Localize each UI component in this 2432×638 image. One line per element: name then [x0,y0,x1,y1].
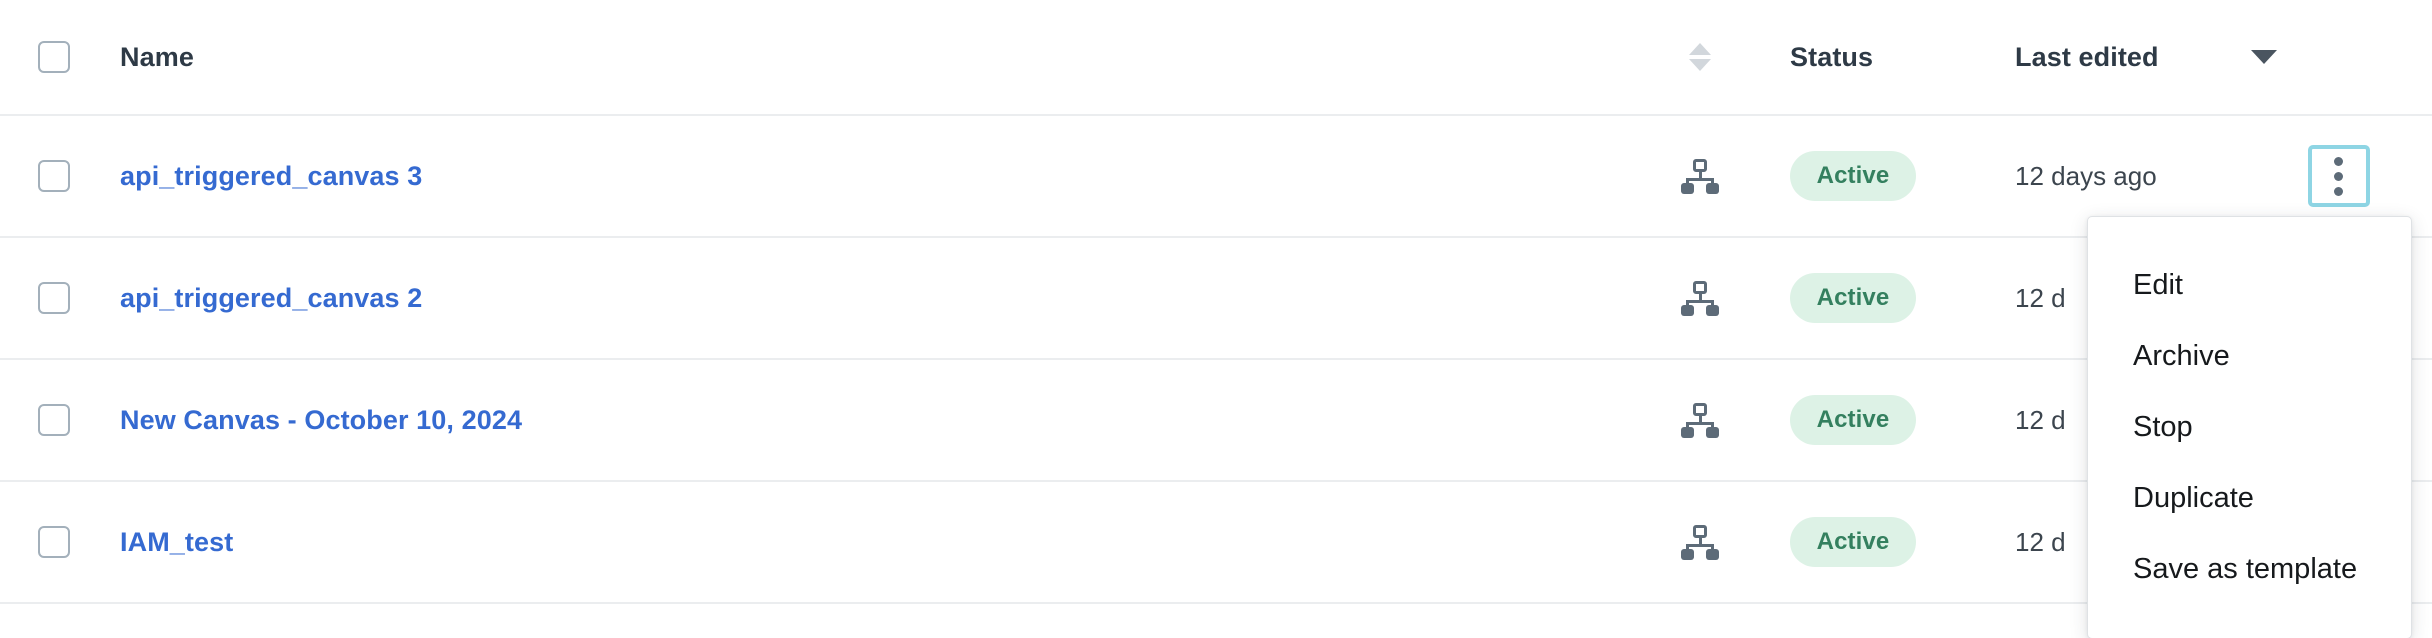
table-bottom-filler [0,604,2432,637]
menu-item-duplicate[interactable]: Duplicate [2088,463,2411,534]
canvas-name-link[interactable]: New Canvas - October 10, 2024 [120,405,522,436]
last-edited-sort-triangle-down-icon[interactable] [2250,50,2277,64]
kebab-dot [2334,171,2343,181]
canvas-name-link[interactable]: api_triggered_canvas 3 [120,161,422,192]
row-status-cell: Active [1765,395,2015,445]
last-edited-value: 12 d [2015,404,2066,435]
row-type-icon-cell [1635,281,1765,316]
table-header-row: Name Status Last edited [0,0,2432,116]
sort-updown-icon[interactable] [1689,43,1711,71]
row-name-cell: api_triggered_canvas 3 [120,161,1635,192]
hierarchy-icon [1681,159,1719,194]
last-edited-value: 12 d [2015,282,2066,313]
table-row[interactable]: IAM_test Active 12 d [0,482,2432,604]
row-menu-cell [2245,145,2432,207]
row-actions-dropdown-menu: Edit Archive Stop Duplicate Save as temp… [2087,216,2412,638]
row-select-checkbox[interactable] [38,160,70,192]
hierarchy-icon [1681,281,1719,316]
row-last-edited-cell: 12 days ago [2015,161,2245,192]
status-badge: Active [1790,273,1916,323]
hierarchy-icon [1681,403,1719,438]
canvas-list-table: Name Status Last edited api_triggered_ca… [0,0,2432,638]
column-header-last-edited: Last edited [2015,41,2159,72]
status-badge: Active [1790,151,1916,201]
menu-item-edit[interactable]: Edit [2088,250,2411,321]
kebab-dot [2334,186,2343,196]
row-name-cell: IAM_test [120,527,1635,558]
row-checkbox-cell [0,526,120,558]
header-status-cell: Status [1765,42,2015,73]
row-status-cell: Active [1765,273,2015,323]
row-status-cell: Active [1765,151,2015,201]
row-name-cell: New Canvas - October 10, 2024 [120,405,1635,436]
menu-item-stop[interactable]: Stop [2088,392,2411,463]
kebab-dot [2334,156,2343,166]
row-select-checkbox[interactable] [38,282,70,314]
column-header-status: Status [1790,41,1874,72]
triangle-up-icon [1689,43,1711,55]
triangle-down-icon [1689,59,1711,71]
select-all-checkbox[interactable] [38,41,70,73]
row-type-icon-cell [1635,159,1765,194]
row-type-icon-cell [1635,403,1765,438]
header-name-cell: Name [120,42,1635,73]
menu-item-archive[interactable]: Archive [2088,321,2411,392]
row-name-cell: api_triggered_canvas 2 [120,283,1635,314]
row-status-cell: Active [1765,517,2015,567]
header-sort-cell [1635,43,1765,71]
header-checkbox-cell [0,41,120,73]
last-edited-value: 12 days ago [2015,160,2157,191]
row-checkbox-cell [0,160,120,192]
canvas-name-link[interactable]: IAM_test [120,527,233,558]
column-header-name: Name [120,41,194,72]
last-edited-value: 12 d [2015,526,2066,557]
table-row[interactable]: api_triggered_canvas 3 Active 12 days ag… [0,116,2432,238]
row-select-checkbox[interactable] [38,404,70,436]
hierarchy-icon [1681,525,1719,560]
row-checkbox-cell [0,404,120,436]
status-badge: Active [1790,517,1916,567]
row-checkbox-cell [0,282,120,314]
row-select-checkbox[interactable] [38,526,70,558]
menu-item-save-as-template[interactable]: Save as template [2088,534,2411,605]
table-row[interactable]: api_triggered_canvas 2 Active 12 d [0,238,2432,360]
header-last-edited-cell: Last edited [2015,41,2277,73]
status-badge: Active [1790,395,1916,445]
row-type-icon-cell [1635,525,1765,560]
table-row[interactable]: New Canvas - October 10, 2024 Active 12 … [0,360,2432,482]
canvas-name-link[interactable]: api_triggered_canvas 2 [120,283,422,314]
row-actions-kebab-button[interactable] [2307,145,2370,207]
